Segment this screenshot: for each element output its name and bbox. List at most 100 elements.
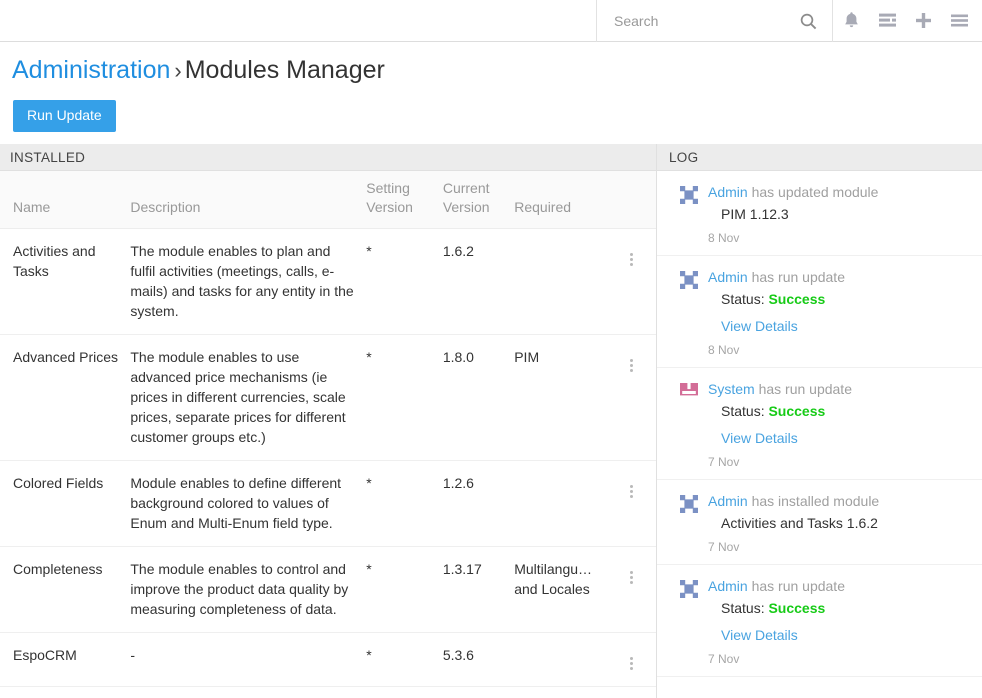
log-action-text: has updated module bbox=[752, 184, 879, 200]
current-version-line2: Version bbox=[443, 199, 490, 215]
log-panel: LOG Admin has updated modulePIM 1.12.38 … bbox=[656, 144, 982, 698]
module-name: Colored Fields bbox=[0, 460, 130, 546]
log-item: Admin has updated modulePIM 1.12.38 Nov bbox=[657, 171, 982, 256]
log-actor-link[interactable]: Admin bbox=[708, 269, 748, 285]
hamburger-menu-icon[interactable] bbox=[941, 0, 977, 42]
log-actor-link[interactable]: Admin bbox=[708, 578, 748, 594]
log-timestamp: 8 Nov bbox=[708, 343, 970, 357]
row-menu-icon[interactable] bbox=[624, 654, 639, 673]
module-description: The module enables to plan and fulfil ac… bbox=[130, 228, 366, 334]
status-badge: Success bbox=[768, 403, 825, 419]
module-required: PIM bbox=[514, 334, 614, 460]
column-header-name[interactable]: Name bbox=[0, 171, 130, 229]
log-action-text: has installed module bbox=[752, 493, 880, 509]
module-avatar-icon bbox=[679, 185, 699, 205]
stream-list-icon[interactable] bbox=[869, 0, 905, 42]
table-row[interactable]: Colored FieldsModule enables to define d… bbox=[0, 460, 656, 546]
row-menu-icon[interactable] bbox=[624, 250, 639, 269]
search-input[interactable] bbox=[612, 1, 797, 41]
table-row[interactable]: EspoCRM-*5.3.6 bbox=[0, 632, 656, 686]
log-actor-link[interactable]: System bbox=[708, 381, 755, 397]
log-detail-text: PIM 1.12.3 bbox=[708, 204, 970, 225]
page-title: Modules Manager bbox=[185, 56, 385, 84]
installed-modules-table: Name Description Setting Version Current… bbox=[0, 171, 656, 698]
log-status: Status: Success bbox=[708, 289, 970, 310]
module-required: PIM bbox=[514, 686, 614, 698]
log-body: Admin has run update Status: Success View … bbox=[708, 268, 970, 357]
log-timestamp: 7 Nov bbox=[708, 455, 970, 469]
module-current-version: 5.3.6 bbox=[443, 632, 514, 686]
status-badge: Success bbox=[768, 291, 825, 307]
module-required bbox=[514, 460, 614, 546]
row-menu-icon[interactable] bbox=[624, 356, 639, 375]
module-current-version: 1.6.2 bbox=[443, 228, 514, 334]
installed-panel: INSTALLED Name Description Setting Versi… bbox=[0, 144, 656, 698]
log-body: System has run update Status: Success View… bbox=[708, 380, 970, 469]
view-details-link[interactable]: View Details bbox=[708, 428, 798, 449]
module-setting-version: * bbox=[366, 686, 443, 698]
log-action-text: has run update bbox=[752, 578, 845, 594]
row-menu-icon[interactable] bbox=[624, 568, 639, 587]
module-current-version: 1.8.0 bbox=[443, 334, 514, 460]
row-menu-icon[interactable] bbox=[624, 482, 639, 501]
table-row[interactable]: Export FeedsThe module adds possibility … bbox=[0, 686, 656, 698]
log-item: System has run update Status: Success View… bbox=[657, 368, 982, 480]
search-icon[interactable] bbox=[797, 10, 819, 32]
module-required-line1: Multilangu… bbox=[514, 559, 606, 579]
log-action-text: has run update bbox=[759, 381, 852, 397]
log-item: Admin has run updateStatus: SuccessView … bbox=[657, 565, 982, 677]
log-headline: Admin has installed module bbox=[708, 492, 970, 511]
module-required: Multilangu…and Locales bbox=[514, 546, 614, 632]
module-avatar-icon bbox=[679, 494, 699, 514]
module-actions-cell bbox=[615, 334, 656, 460]
column-header-setting-version[interactable]: Setting Version bbox=[366, 171, 443, 229]
log-action-text: has run update bbox=[752, 269, 845, 285]
table-row[interactable]: Activities and TasksThe module enables t… bbox=[0, 228, 656, 334]
column-header-description[interactable]: Description bbox=[130, 171, 366, 229]
module-setting-version: * bbox=[366, 632, 443, 686]
module-setting-version: * bbox=[366, 546, 443, 632]
log-list: Admin has updated module PIM 1.12.3 8 Nov A… bbox=[657, 171, 982, 677]
module-description: - bbox=[130, 632, 366, 686]
module-current-version: 1.2.6 bbox=[443, 460, 514, 546]
module-name: Activities and Tasks bbox=[0, 228, 130, 334]
run-update-button[interactable]: Run Update bbox=[13, 100, 116, 132]
breadcrumb-separator: › bbox=[174, 58, 181, 83]
log-headline: Admin has run update bbox=[708, 268, 970, 287]
log-actor-link[interactable]: Admin bbox=[708, 184, 748, 200]
module-required bbox=[514, 228, 614, 334]
log-body: Admin has updated modulePIM 1.12.38 Nov bbox=[708, 183, 970, 245]
log-headline: Admin has updated module bbox=[708, 183, 970, 202]
installed-section-title: INSTALLED bbox=[0, 144, 656, 171]
setting-version-line2: Version bbox=[366, 199, 413, 215]
breadcrumb-link-administration[interactable]: Administration bbox=[12, 56, 170, 84]
plus-icon[interactable] bbox=[905, 0, 941, 42]
column-header-required[interactable]: Required bbox=[514, 171, 614, 229]
module-name: Advanced Prices bbox=[0, 334, 130, 460]
table-row[interactable]: Advanced PricesThe module enables to use… bbox=[0, 334, 656, 460]
log-item: Admin has run update Status: Success View … bbox=[657, 256, 982, 368]
breadcrumb: Administration›Modules Manager bbox=[12, 54, 982, 87]
module-setting-version: * bbox=[366, 228, 443, 334]
view-details-link[interactable]: View Details bbox=[708, 625, 798, 646]
module-name: Completeness bbox=[0, 546, 130, 632]
log-headline: System has run update bbox=[708, 380, 970, 399]
top-navbar bbox=[0, 0, 982, 42]
column-header-current-version[interactable]: Current Version bbox=[443, 171, 514, 229]
setting-version-line1: Setting bbox=[366, 180, 410, 196]
module-current-version: 1.9.0 bbox=[443, 686, 514, 698]
module-actions-cell bbox=[615, 546, 656, 632]
page-header: Administration›Modules Manager bbox=[0, 42, 982, 87]
module-description: The module enables to control and improv… bbox=[130, 546, 366, 632]
view-details-link[interactable]: View Details bbox=[708, 316, 798, 337]
log-status: Status: Success bbox=[708, 401, 970, 422]
table-row[interactable]: CompletenessThe module enables to contro… bbox=[0, 546, 656, 632]
module-actions-cell bbox=[615, 686, 656, 698]
system-avatar-icon bbox=[679, 382, 699, 402]
log-actor-link[interactable]: Admin bbox=[708, 493, 748, 509]
module-description: The module adds possibility to bbox=[130, 686, 366, 698]
bell-icon[interactable] bbox=[833, 0, 869, 42]
search-box[interactable] bbox=[596, 0, 833, 42]
log-headline: Admin has run update bbox=[708, 577, 970, 596]
column-header-actions bbox=[615, 171, 656, 229]
